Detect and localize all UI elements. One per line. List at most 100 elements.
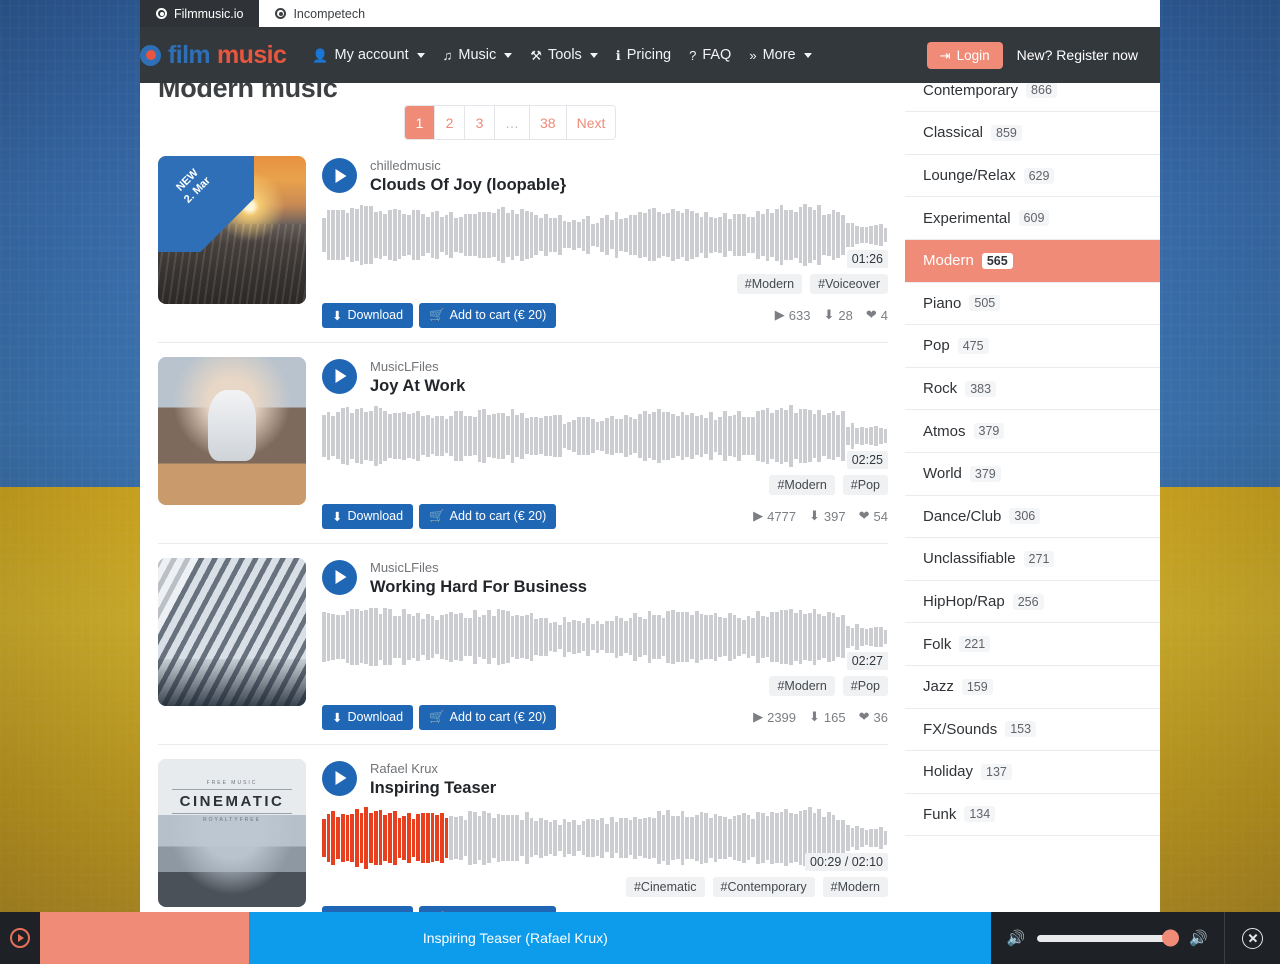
track-header: Rafael Krux Inspiring Teaser <box>322 759 888 799</box>
track-title[interactable]: Inspiring Teaser <box>370 778 496 799</box>
pagination-item-1[interactable]: 1 <box>405 106 435 139</box>
download-button[interactable]: ⬇ Download <box>322 704 414 730</box>
track-row: MusicLFiles Joy At Work 02:25 #Modern #Pop ⬇ D… <box>158 356 888 544</box>
cart-icon: 🛒 <box>429 307 445 322</box>
track-meta: MusicLFiles Joy At Work <box>370 357 465 397</box>
track-waveform[interactable]: 02:27 <box>322 607 888 670</box>
track-tag[interactable]: #Cinematic <box>625 876 705 897</box>
sidebar-genre-funk[interactable]: Funk 134 <box>905 793 1160 837</box>
play-count-value: 2399 <box>767 709 797 725</box>
add-to-cart-button[interactable]: 🛒 Add to cart (€ 20) <box>419 503 557 529</box>
track-tag[interactable]: #Modern <box>769 474 835 495</box>
sidebar-genre-dance-club[interactable]: Dance/Club 306 <box>905 495 1160 539</box>
page-shell: Modern music 1 2 3… 38 Next NEW 2. Mar chilled… <box>140 27 1160 964</box>
player-seek-bar[interactable]: Inspiring Teaser (Rafael Krux) <box>40 912 991 964</box>
nav-item-faq[interactable]: ? FAQ <box>689 47 731 63</box>
sidebar-genre-fx-sounds[interactable]: FX/Sounds 153 <box>905 708 1160 752</box>
sidebar-genre-folk[interactable]: Folk 221 <box>905 623 1160 666</box>
track-play-button[interactable] <box>322 559 357 595</box>
nav-item-more[interactable]: » More <box>749 47 812 63</box>
track-tags: #Modern #Pop <box>322 675 888 696</box>
track-thumbnail[interactable]: NEW 2. Mar <box>158 156 306 304</box>
volume-slider-knob[interactable] <box>1162 929 1180 947</box>
genre-count: 256 <box>1012 593 1044 610</box>
pagination-item-2[interactable]: 2 <box>435 106 465 139</box>
site-logo[interactable]: film music <box>140 41 287 70</box>
track-tag[interactable]: #Modern <box>769 675 835 696</box>
track-play-button[interactable] <box>322 358 357 394</box>
browser-tab-0[interactable]: Filmmusic.io <box>140 0 260 27</box>
download-button-label: Download <box>347 509 404 524</box>
volume-up-icon[interactable]: 🔊 <box>1189 931 1208 946</box>
sidebar-genre-unclassifiable[interactable]: Unclassifiable 271 <box>905 538 1160 581</box>
player-play-button[interactable] <box>0 912 40 964</box>
nav-item-pricing[interactable]: ℹ Pricing <box>616 47 671 63</box>
add-to-cart-button[interactable]: 🛒 Add to cart (€ 20) <box>419 302 557 328</box>
player-close-button[interactable] <box>1224 912 1280 964</box>
pagination-item-3[interactable]: 3 <box>465 106 495 139</box>
genre-label: Atmos <box>923 422 966 440</box>
track-thumbnail[interactable]: FREE MUSIC CINEMATIC ROYALTYFREE <box>158 758 306 907</box>
close-icon <box>1242 927 1263 949</box>
sidebar-genre-holiday[interactable]: Holiday 137 <box>905 751 1160 794</box>
nav-item-my-account[interactable]: 👤 My account <box>312 47 425 63</box>
track-header: chilledmusic Clouds Of Joy (loopable} <box>322 156 888 196</box>
track-play-button[interactable] <box>322 760 357 796</box>
track-title[interactable]: Clouds Of Joy (loopable} <box>370 175 566 196</box>
sidebar-genre-hiphop-rap[interactable]: HipHop/Rap 256 <box>905 580 1160 624</box>
sidebar-genre-rock[interactable]: Rock 383 <box>905 367 1160 411</box>
add-to-cart-button[interactable]: 🛒 Add to cart (€ 20) <box>419 704 557 730</box>
browser-tab-1[interactable]: Incompetech <box>259 0 382 27</box>
download-button[interactable]: ⬇ Download <box>322 302 414 328</box>
sidebar-genre-jazz[interactable]: Jazz 159 <box>905 665 1160 709</box>
track-tag[interactable]: #Modern <box>822 876 888 897</box>
waveform-bars <box>322 204 888 266</box>
genre-count: 137 <box>981 763 1012 780</box>
pagination-item-Next[interactable]: Next <box>566 106 616 139</box>
track-waveform[interactable]: 01:26 <box>322 204 888 268</box>
download-button[interactable]: ⬇ Download <box>322 503 414 529</box>
pagination[interactable]: 1 2 3… 38 Next <box>404 105 617 140</box>
volume-mute-icon[interactable]: 🔊 <box>1007 931 1026 946</box>
volume-slider[interactable] <box>1037 929 1180 947</box>
artwork-caption-top: FREE MUSIC <box>206 779 258 786</box>
track-meta: Rafael Krux Inspiring Teaser <box>370 759 496 799</box>
track-waveform[interactable]: 02:25 <box>322 405 888 469</box>
track-waveform[interactable]: 00:29 / 02:10 <box>322 807 888 871</box>
sidebar-genre-world[interactable]: World 379 <box>905 452 1160 496</box>
login-button[interactable]: ⇥ Login <box>926 41 1003 69</box>
add-to-cart-label: Add to cart (€ 20) <box>449 710 547 725</box>
track-title[interactable]: Working Hard For Business <box>370 577 587 598</box>
genre-count: 379 <box>973 423 1005 440</box>
sidebar-genre-experimental[interactable]: Experimental 609 <box>905 197 1160 240</box>
track-tag[interactable]: #Modern <box>736 273 803 294</box>
download-count: ⬇ 165 <box>809 709 846 725</box>
sidebar-column: Electronica869Contemporary866Classical85… <box>905 27 1160 964</box>
sidebar-genre-classical[interactable]: Classical 859 <box>905 112 1160 155</box>
sidebar-genre-modern[interactable]: Modern 565 <box>905 239 1160 283</box>
sidebar-genre-lounge-relax[interactable]: Lounge/Relax 629 <box>905 154 1160 198</box>
sidebar-genre-pop[interactable]: Pop 475 <box>905 325 1160 368</box>
track-tag[interactable]: #Pop <box>842 474 888 495</box>
sidebar-genre-atmos[interactable]: Atmos 379 <box>905 410 1160 453</box>
nav-item-music[interactable]: ♫ Music <box>443 47 513 63</box>
album-artwork <box>158 557 306 706</box>
track-tag[interactable]: #Pop <box>842 675 888 696</box>
pagination-item-[interactable]: … <box>495 106 530 139</box>
genre-label: Contemporary <box>923 81 1019 99</box>
nav-item-tools[interactable]: ⚒ Tools <box>530 47 598 63</box>
pagination-item-38[interactable]: 38 <box>530 106 567 139</box>
genre-label: Experimental <box>923 209 1011 227</box>
track-tag[interactable]: #Contemporary <box>712 876 815 897</box>
register-link[interactable]: New? Register now <box>1017 47 1138 63</box>
track-play-button[interactable] <box>322 158 357 193</box>
genre-count: 629 <box>1023 167 1055 184</box>
like-count: ❤ 36 <box>859 709 888 725</box>
track-tag[interactable]: #Voiceover <box>810 273 888 294</box>
track-thumbnail[interactable] <box>158 557 306 706</box>
track-thumbnail[interactable] <box>158 356 306 505</box>
genre-count: 306 <box>1009 508 1041 525</box>
track-title[interactable]: Joy At Work <box>370 376 465 397</box>
question-icon: ? <box>689 47 697 63</box>
sidebar-genre-piano[interactable]: Piano 505 <box>905 282 1160 326</box>
